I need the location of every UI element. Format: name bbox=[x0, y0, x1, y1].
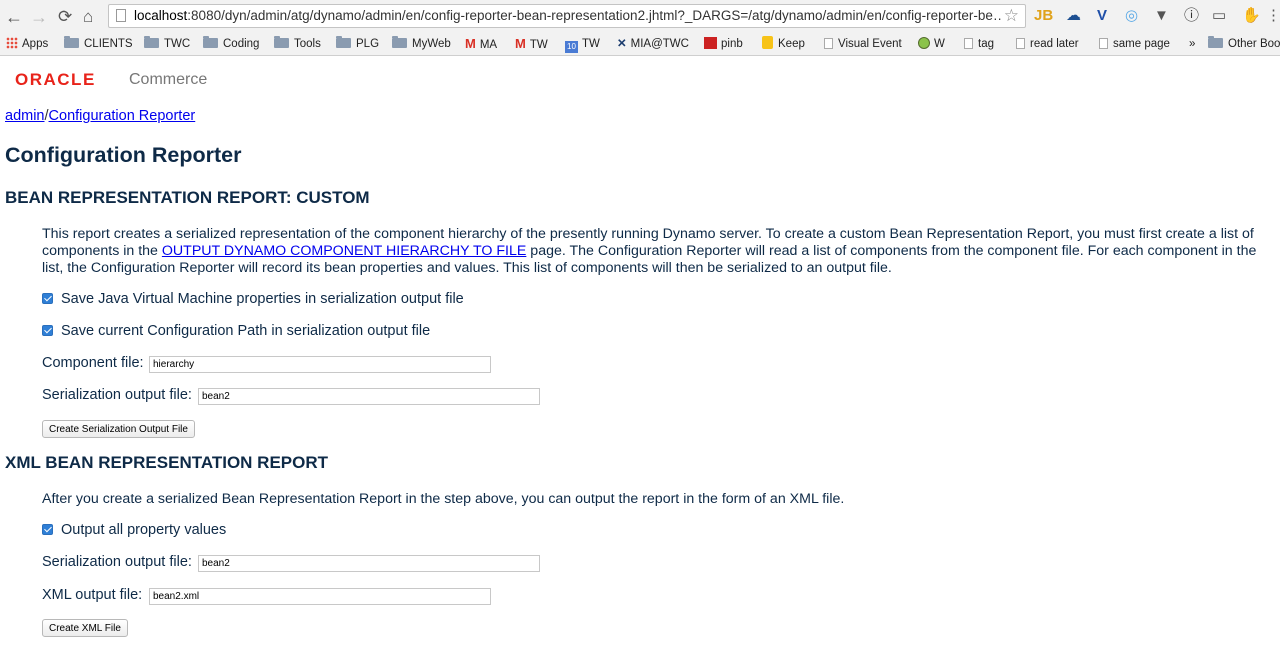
config-path-checkbox[interactable] bbox=[42, 325, 53, 336]
pinboard-icon bbox=[704, 37, 717, 49]
bookmarks-bar: Apps CLIENTS TWC Coding Tools PLG MyWeb … bbox=[0, 33, 1280, 56]
bookmark-tools[interactable]: Tools bbox=[274, 36, 321, 52]
v-extension-icon[interactable]: V bbox=[1097, 6, 1107, 26]
hierarchy-page-link[interactable]: OUTPUT DYNAMO COMPONENT HIERARCHY TO FIL… bbox=[162, 243, 526, 259]
jvm-properties-label: Save Java Virtual Machine properties in … bbox=[61, 291, 464, 307]
bookmark-same-page[interactable]: same page bbox=[1099, 36, 1170, 52]
serialization-output-label: Serialization output file: bbox=[42, 387, 192, 403]
custom-report-heading: BEAN REPRESENTATION REPORT: CUSTOM bbox=[5, 188, 370, 207]
oracle-wordmark: ORACLE bbox=[15, 70, 96, 89]
bookmark-clients[interactable]: CLIENTS bbox=[64, 36, 133, 52]
folder-icon bbox=[392, 36, 407, 48]
page-icon bbox=[116, 9, 126, 22]
config-path-checkbox-row[interactable]: Save current Configuration Path in seria… bbox=[42, 323, 430, 339]
page-icon bbox=[1099, 38, 1108, 49]
jvm-properties-checkbox[interactable] bbox=[42, 293, 53, 304]
cloud-extension-icon[interactable]: ☁ bbox=[1066, 6, 1081, 26]
oracle-commerce-logo: ORACLE Commerce bbox=[15, 70, 207, 90]
xml-serialization-output-label: Serialization output file: bbox=[42, 554, 192, 570]
bookmark-star-icon[interactable]: ☆ bbox=[1004, 6, 1019, 26]
bookmark-tw-mail[interactable]: M TW bbox=[515, 36, 548, 53]
folder-icon bbox=[1208, 36, 1223, 48]
bookmark-coding[interactable]: Coding bbox=[203, 36, 259, 52]
camera-extension-icon[interactable]: ◎ bbox=[1125, 6, 1138, 26]
bookmark-keep[interactable]: Keep bbox=[762, 36, 805, 52]
keep-bulb-icon bbox=[762, 36, 773, 49]
custom-report-description: This report creates a serialized represe… bbox=[42, 226, 1257, 276]
serialization-output-input[interactable] bbox=[198, 388, 540, 405]
bookmark-read-later[interactable]: read later bbox=[1016, 36, 1079, 52]
output-all-values-checkbox[interactable] bbox=[42, 524, 53, 535]
apps-grid-icon bbox=[6, 37, 18, 49]
info-extension-icon[interactable]: ⓘ bbox=[1184, 6, 1199, 26]
page-icon bbox=[824, 38, 833, 49]
bookmark-apps[interactable]: Apps bbox=[6, 36, 48, 52]
breadcrumb-admin-link[interactable]: admin bbox=[5, 108, 45, 124]
forward-arrow-icon[interactable]: → bbox=[30, 6, 48, 28]
page-icon bbox=[1016, 38, 1025, 49]
bookmark-twc[interactable]: TWC bbox=[144, 36, 190, 52]
commerce-label: Commerce bbox=[129, 71, 208, 88]
x-logo-icon: ✕ bbox=[617, 38, 627, 50]
calendar-icon: 10 bbox=[565, 41, 578, 53]
folder-icon bbox=[64, 36, 79, 48]
breadcrumb: admin/Configuration Reporter bbox=[5, 108, 195, 124]
component-file-input[interactable] bbox=[149, 356, 491, 373]
xml-output-file-label: XML output file: bbox=[42, 587, 143, 603]
bookmark-visual-event[interactable]: Visual Event bbox=[824, 36, 902, 52]
folder-icon bbox=[274, 36, 289, 48]
page-title: Configuration Reporter bbox=[5, 143, 242, 167]
bookmark-mia-twc[interactable]: ✕ MIA@TWC bbox=[617, 36, 689, 52]
output-all-values-checkbox-row[interactable]: Output all property values bbox=[42, 522, 226, 538]
create-xml-file-button[interactable]: Create XML File bbox=[42, 619, 128, 637]
xml-serialization-output-input[interactable] bbox=[198, 555, 540, 572]
back-arrow-icon[interactable]: ← bbox=[5, 6, 23, 28]
create-serialization-output-button[interactable]: Create Serialization Output File bbox=[42, 420, 195, 438]
jvm-properties-checkbox-row[interactable]: Save Java Virtual Machine properties in … bbox=[42, 291, 464, 307]
gmail-icon: M bbox=[465, 36, 476, 51]
reload-icon[interactable]: ⟳ bbox=[58, 6, 72, 28]
bookmark-w[interactable]: W bbox=[918, 36, 945, 52]
bookmark-pinb[interactable]: pinb bbox=[704, 36, 743, 52]
bookmark-myweb[interactable]: MyWeb bbox=[392, 36, 451, 52]
home-icon[interactable]: ⌂ bbox=[83, 6, 93, 28]
bookmark-tag[interactable]: tag bbox=[964, 36, 994, 52]
cast-icon[interactable]: ▭ bbox=[1212, 6, 1226, 26]
hand-extension-icon[interactable]: ✋ bbox=[1242, 6, 1261, 26]
xml-report-description: After you create a serialized Bean Repre… bbox=[42, 491, 845, 507]
xml-output-file-input[interactable] bbox=[149, 588, 491, 605]
bookmark-plg[interactable]: PLG bbox=[336, 36, 379, 52]
pocket-extension-icon[interactable]: ▼ bbox=[1154, 6, 1169, 26]
bookmark-tw-calendar[interactable]: 10 TW bbox=[565, 36, 600, 53]
bookmark-ma[interactable]: M MA bbox=[465, 36, 497, 53]
folder-icon bbox=[144, 36, 159, 48]
xml-report-heading: XML BEAN REPRESENTATION REPORT bbox=[5, 453, 329, 472]
url-text[interactable]: localhost:8080/dyn/admin/atg/dynamo/admi… bbox=[134, 8, 1002, 23]
menu-icon[interactable]: ⋮ bbox=[1266, 6, 1280, 26]
breadcrumb-config-reporter-link[interactable]: Configuration Reporter bbox=[49, 108, 196, 124]
folder-icon bbox=[203, 36, 218, 48]
address-bar[interactable]: localhost:8080/dyn/admin/atg/dynamo/admi… bbox=[108, 4, 1026, 28]
component-file-label: Component file: bbox=[42, 355, 144, 371]
bookmarks-overflow-chevron[interactable]: » bbox=[1189, 36, 1195, 52]
page-icon bbox=[964, 38, 973, 49]
config-path-label: Save current Configuration Path in seria… bbox=[61, 323, 431, 339]
jetbrains-extension-icon[interactable]: JB bbox=[1034, 6, 1053, 26]
browser-toolbar: ← → ⟳ ⌂ localhost:8080/dyn/admin/atg/dyn… bbox=[0, 0, 1280, 33]
output-all-values-label: Output all property values bbox=[61, 522, 227, 538]
w-globe-icon bbox=[918, 37, 930, 49]
folder-icon bbox=[336, 36, 351, 48]
gmail-icon: M bbox=[515, 36, 526, 51]
bookmark-other[interactable]: Other Boo bbox=[1208, 36, 1280, 52]
